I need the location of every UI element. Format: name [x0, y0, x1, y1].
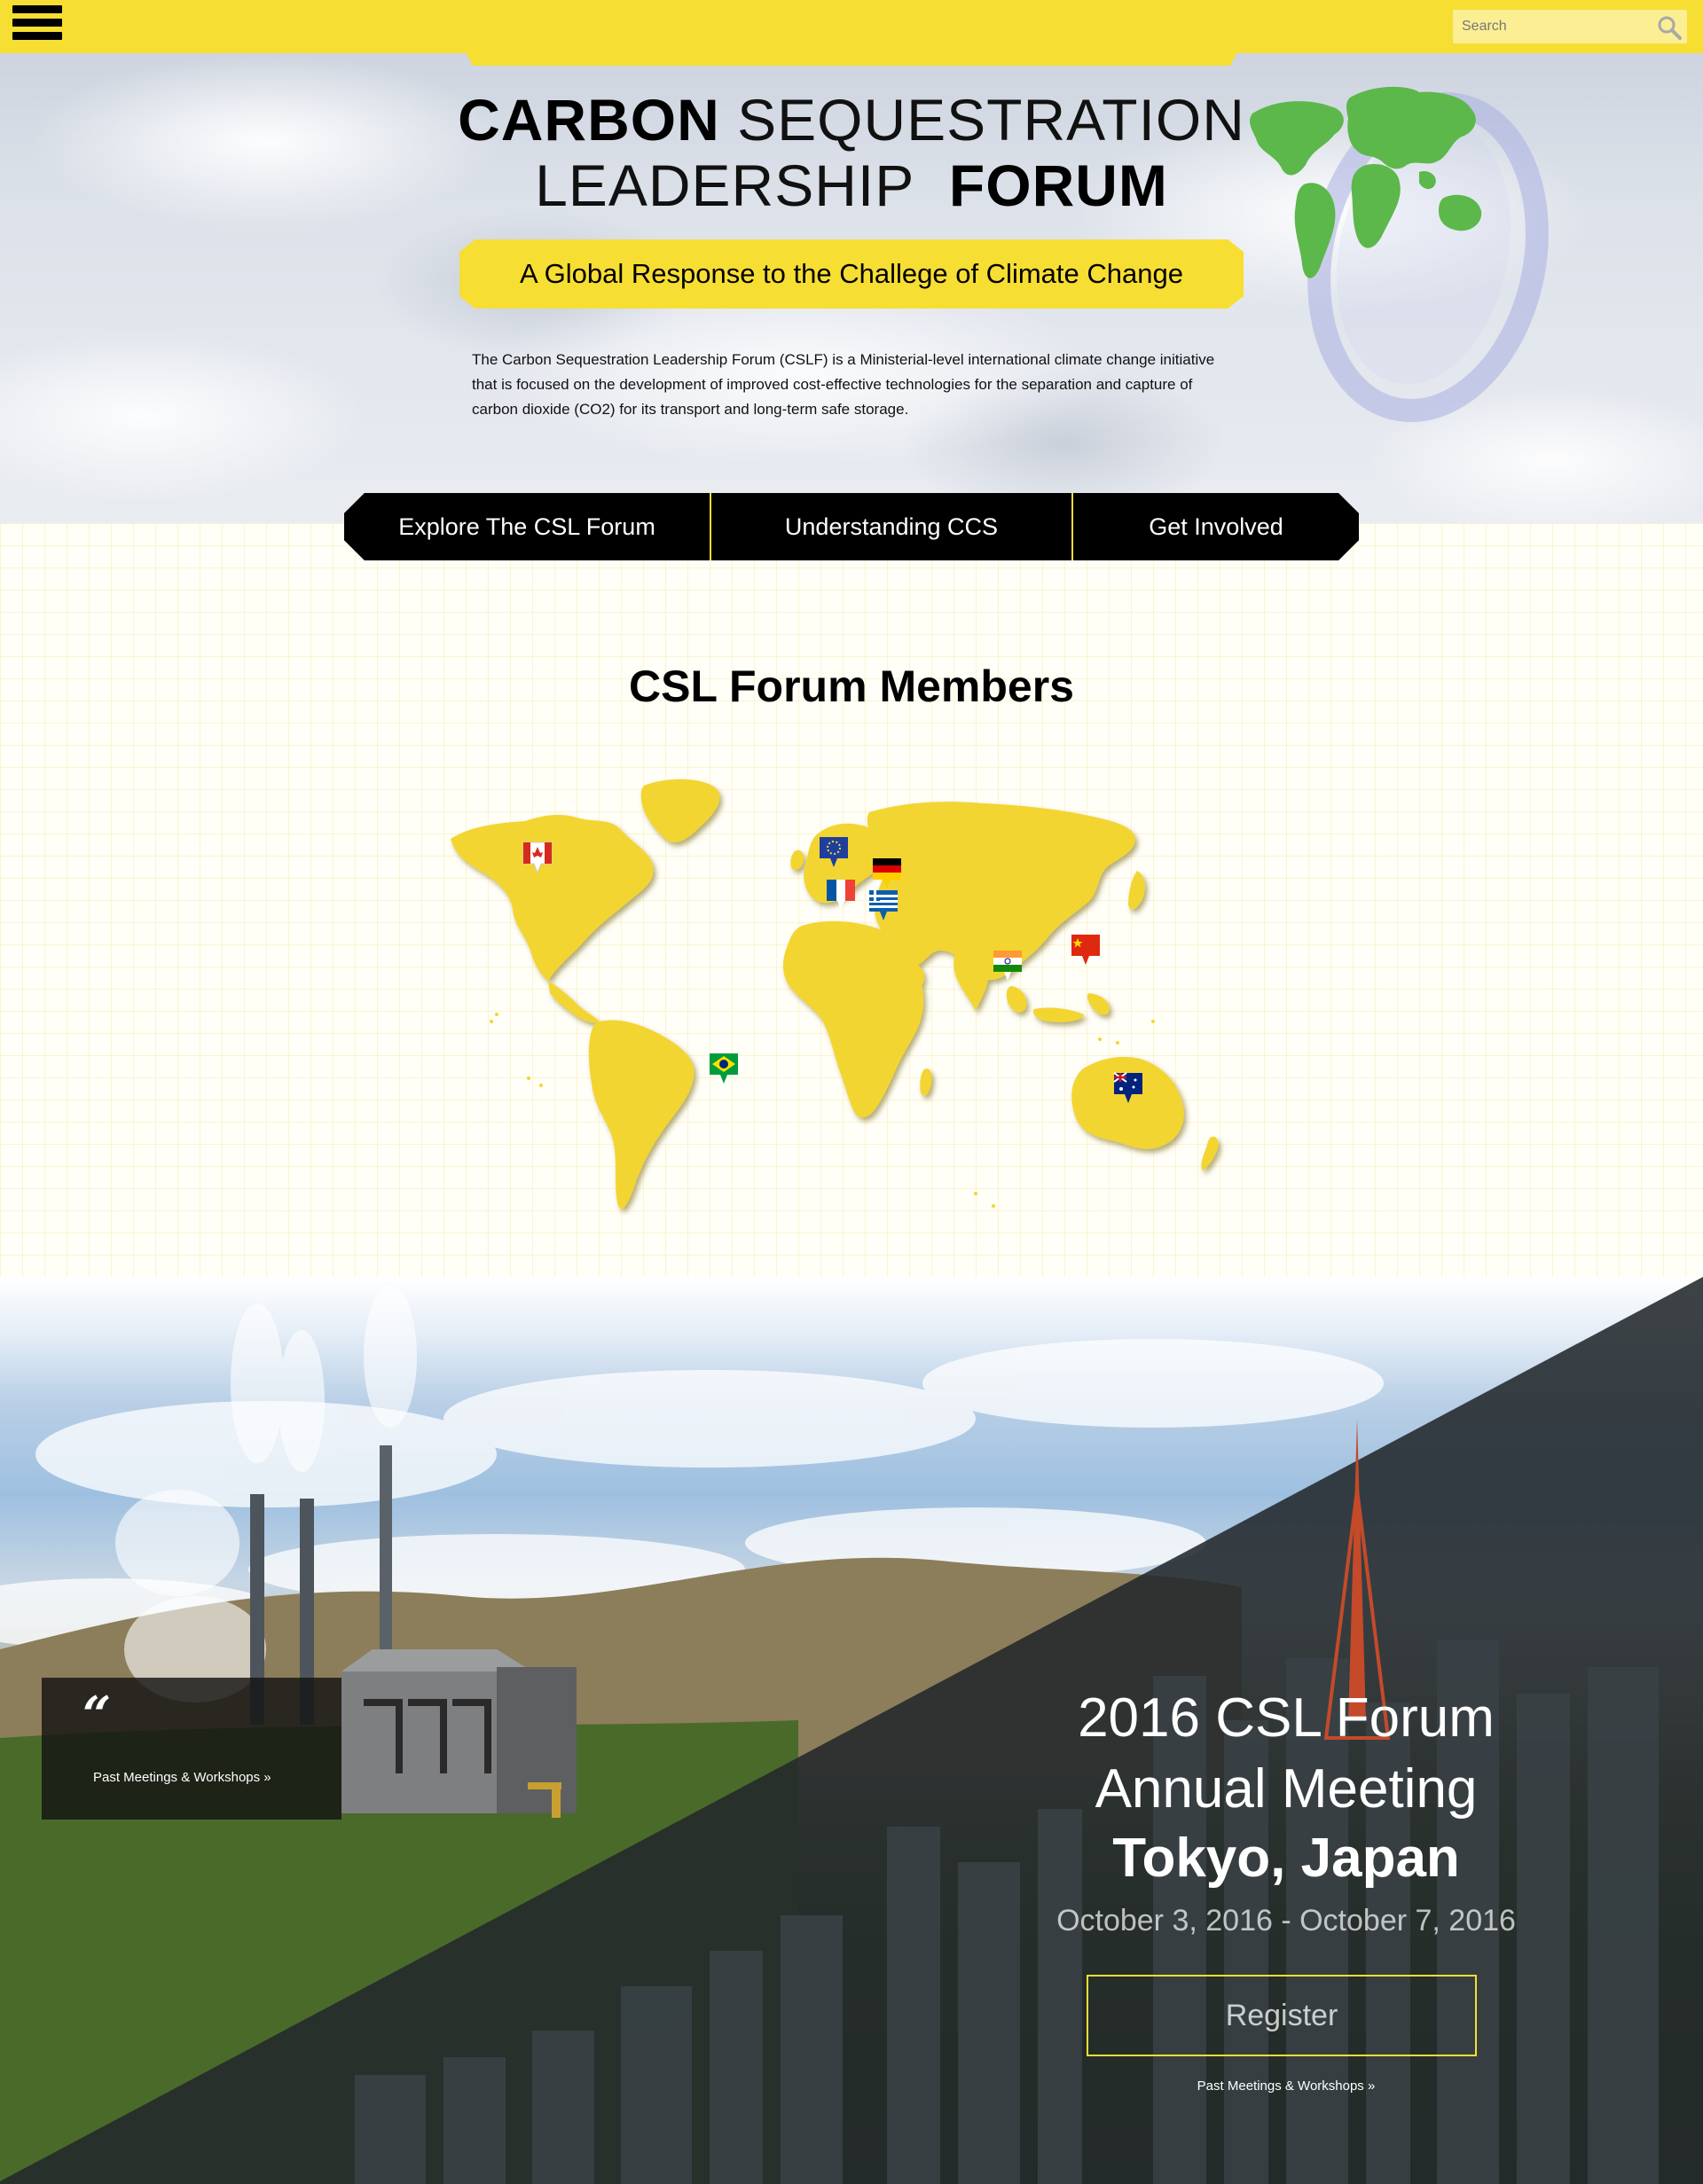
meeting-dates: October 3, 2016 - October 7, 2016 [1056, 1904, 1516, 1937]
past-meetings-link[interactable]: Past Meetings & Workshops » [93, 1770, 271, 1785]
search-icon[interactable] [1657, 15, 1682, 40]
past-meetings-link-bottom[interactable]: Past Meetings & Workshops » [1011, 2078, 1561, 2094]
top-bar [0, 0, 1703, 53]
nav-get-involved[interactable]: Get Involved [1073, 493, 1359, 560]
nav-understanding-ccs[interactable]: Understanding CCS [711, 493, 1071, 560]
tagline-banner: A Global Response to the Challege of Cli… [459, 239, 1244, 309]
globe-icon [1250, 86, 1549, 422]
power-plant-building [341, 1649, 577, 1818]
quote-icon: “ [82, 1686, 112, 1744]
register-button[interactable]: Register [1087, 1975, 1477, 2056]
hero-section: CARBON SEQUESTRATION LEADERSHIP FORUM A … [0, 0, 1703, 523]
france-flag-icon[interactable] [827, 880, 855, 910]
nav-explore-forum[interactable]: Explore The CSL Forum [344, 493, 710, 560]
quote-box: “ Past Meetings & Workshops » [42, 1678, 341, 1820]
title-word-sequestration: SEQUESTRATION [737, 87, 1245, 153]
brazil-flag-icon[interactable] [710, 1053, 738, 1084]
meeting-title-line1: 2016 CSL Forum [1078, 1687, 1495, 1749]
search-input[interactable] [1453, 10, 1648, 43]
china-flag-icon[interactable] [1071, 935, 1100, 965]
annual-meeting-section: “ Past Meetings & Workshops » 2016 CSL F… [0, 1277, 1703, 2184]
meeting-heading: 2016 CSL Forum Annual Meeting Tokyo, Jap… [1011, 1683, 1561, 1947]
meeting-title-line2: Annual Meeting [1095, 1758, 1478, 1820]
intro-paragraph: The Carbon Sequestration Leadership Foru… [472, 351, 1215, 418]
world-map [451, 779, 1219, 1209]
meeting-city: Tokyo, Japan [1112, 1828, 1460, 1889]
main-nav: Explore The CSL Forum Understanding CCS … [344, 493, 1359, 560]
hamburger-menu-icon[interactable] [12, 5, 62, 46]
title-word-carbon: CARBON [458, 87, 720, 153]
title-word-leadership: LEADERSHIP [535, 153, 915, 218]
site-title: CARBON SEQUESTRATION LEADERSHIP FORUM [408, 87, 1295, 218]
members-title: CSL Forum Members [629, 661, 1074, 711]
search-box [1453, 10, 1687, 43]
title-word-forum: FORUM [948, 153, 1168, 218]
